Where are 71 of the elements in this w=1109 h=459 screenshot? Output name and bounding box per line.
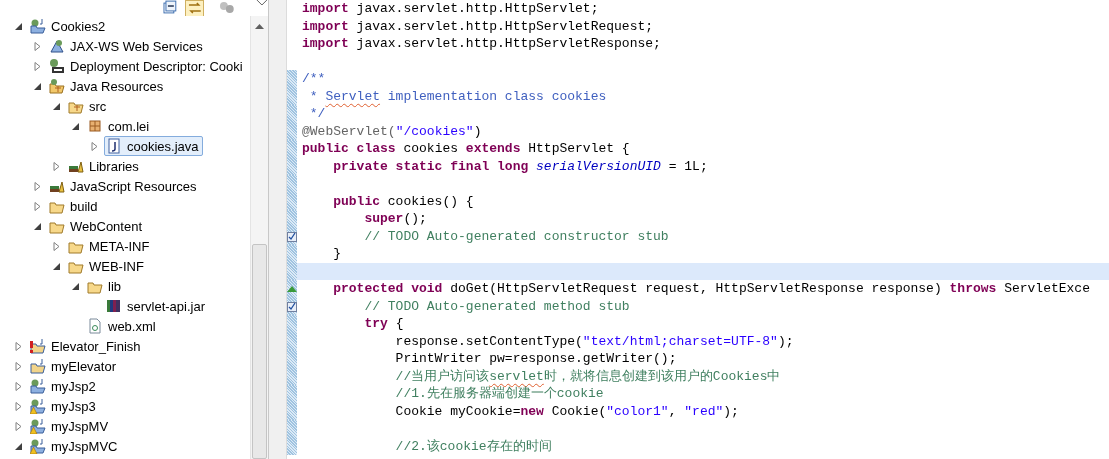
code-line: // TODO Auto-generated constructor stub	[363, 228, 669, 244]
expanded-arrow-icon[interactable]	[14, 21, 23, 31]
code-line: //2.该cookie存在的时间	[394, 438, 552, 454]
collapsed-arrow-icon[interactable]	[33, 201, 42, 211]
tree-item[interactable]: JavaScript Resources	[47, 176, 201, 196]
scroll-up-icon[interactable]	[255, 23, 264, 29]
collapsed-arrow-icon[interactable]	[52, 161, 61, 171]
code-line: import javax.servlet.http.HttpServletResponse;	[302, 36, 661, 51]
tree-item[interactable]: myJspMV	[28, 416, 113, 436]
collapsed-arrow-icon[interactable]	[33, 61, 42, 71]
code-line: }	[332, 246, 341, 261]
code-line: try {	[363, 316, 404, 331]
code-line: public class cookies extends HttpServlet {	[302, 141, 630, 156]
tree-item[interactable]: Libraries	[66, 156, 143, 176]
code-line: //1.先在服务器端创建一个cookie	[394, 386, 604, 401]
tree-item[interactable]: src	[66, 96, 111, 116]
collapsed-arrow-icon[interactable]	[14, 361, 23, 371]
tree-item[interactable]: lib	[85, 276, 125, 296]
tree-item[interactable]: WEB-INF	[66, 256, 148, 276]
tree-item[interactable]: WebContent	[47, 216, 147, 236]
tree-item[interactable]: Deployment Descriptor: Cooki	[47, 56, 247, 76]
code-line: * Servlet implementation class cookies	[308, 88, 607, 104]
collapsed-arrow-icon[interactable]	[14, 421, 23, 431]
gears-icon[interactable]	[218, 0, 237, 14]
tree-item[interactable]: Cookies2	[28, 16, 110, 36]
code-line: public cookies() {	[332, 193, 474, 209]
tree-item[interactable]: cookies.java	[104, 136, 203, 156]
code-editor[interactable]	[269, 0, 1109, 459]
tree-item[interactable]: web.xml	[85, 316, 160, 336]
tree-item[interactable]: Elevator_Finish	[28, 336, 145, 356]
tree-item[interactable]: myJsp3	[28, 396, 100, 416]
code-line: Cookie myCookie=new Cookie("color1", "red");	[394, 403, 739, 419]
link-with-editor-icon[interactable]	[184, 0, 205, 16]
expanded-arrow-icon[interactable]	[52, 261, 61, 271]
code-line: PrintWriter pw=response.getWriter();	[394, 351, 677, 366]
collapsed-arrow-icon[interactable]	[33, 41, 42, 51]
tree-item[interactable]: com.lei	[85, 116, 154, 136]
code-line: // TODO Auto-generated method stub	[363, 298, 630, 314]
tree-item[interactable]: JAX-WS Web Services	[47, 36, 207, 56]
collapsed-arrow-icon[interactable]	[14, 341, 23, 351]
expanded-arrow-icon[interactable]	[71, 121, 80, 131]
collapsed-arrow-icon[interactable]	[33, 181, 42, 191]
tree-item[interactable]: myJspMVC	[28, 436, 122, 456]
code-line: /**	[302, 71, 326, 86]
collapsed-arrow-icon[interactable]	[14, 381, 23, 391]
code-line: //当用户访问该servlet时，就将信息创建到该用户的Cookies中	[394, 368, 781, 384]
tree-item[interactable]: META-INF	[66, 236, 154, 256]
code-line: protected void doGet(HttpServletRequest request, HttpServletResponse response) throws ServletExce	[332, 281, 1090, 296]
code-line: import javax.servlet.http.HttpServletRequest;	[302, 18, 654, 34]
scrollbar[interactable]	[250, 16, 268, 459]
expanded-arrow-icon[interactable]	[33, 81, 42, 91]
expanded-arrow-icon[interactable]	[52, 101, 61, 111]
collapse-all-icon[interactable]	[163, 0, 177, 14]
collapsed-arrow-icon[interactable]	[52, 241, 61, 251]
code-line: response.setContentType("text/html;charset=UTF-8");	[394, 333, 794, 349]
expanded-arrow-icon[interactable]	[71, 281, 80, 291]
tree-item[interactable]: myElevator	[28, 356, 121, 376]
collapsed-arrow-icon[interactable]	[14, 401, 23, 411]
code-line: @WebServlet("/cookies")	[302, 123, 482, 139]
chevron-down-icon[interactable]	[256, 0, 268, 8]
tree-item[interactable]: Java Resources	[47, 76, 168, 96]
tree-item[interactable]: servlet-api.jar	[104, 296, 210, 316]
code-line: */	[308, 106, 326, 121]
expanded-arrow-icon[interactable]	[14, 441, 23, 451]
code-line: private static final long serialVersionUID = 1L;	[332, 158, 708, 174]
code-line: import javax.servlet.http.HttpServlet;	[302, 1, 599, 16]
code-line: super();	[363, 211, 427, 226]
tree-item[interactable]: myJsp2	[28, 376, 100, 396]
collapsed-arrow-icon[interactable]	[90, 141, 99, 151]
expanded-arrow-icon[interactable]	[33, 221, 42, 231]
tree-item[interactable]: build	[47, 196, 102, 216]
